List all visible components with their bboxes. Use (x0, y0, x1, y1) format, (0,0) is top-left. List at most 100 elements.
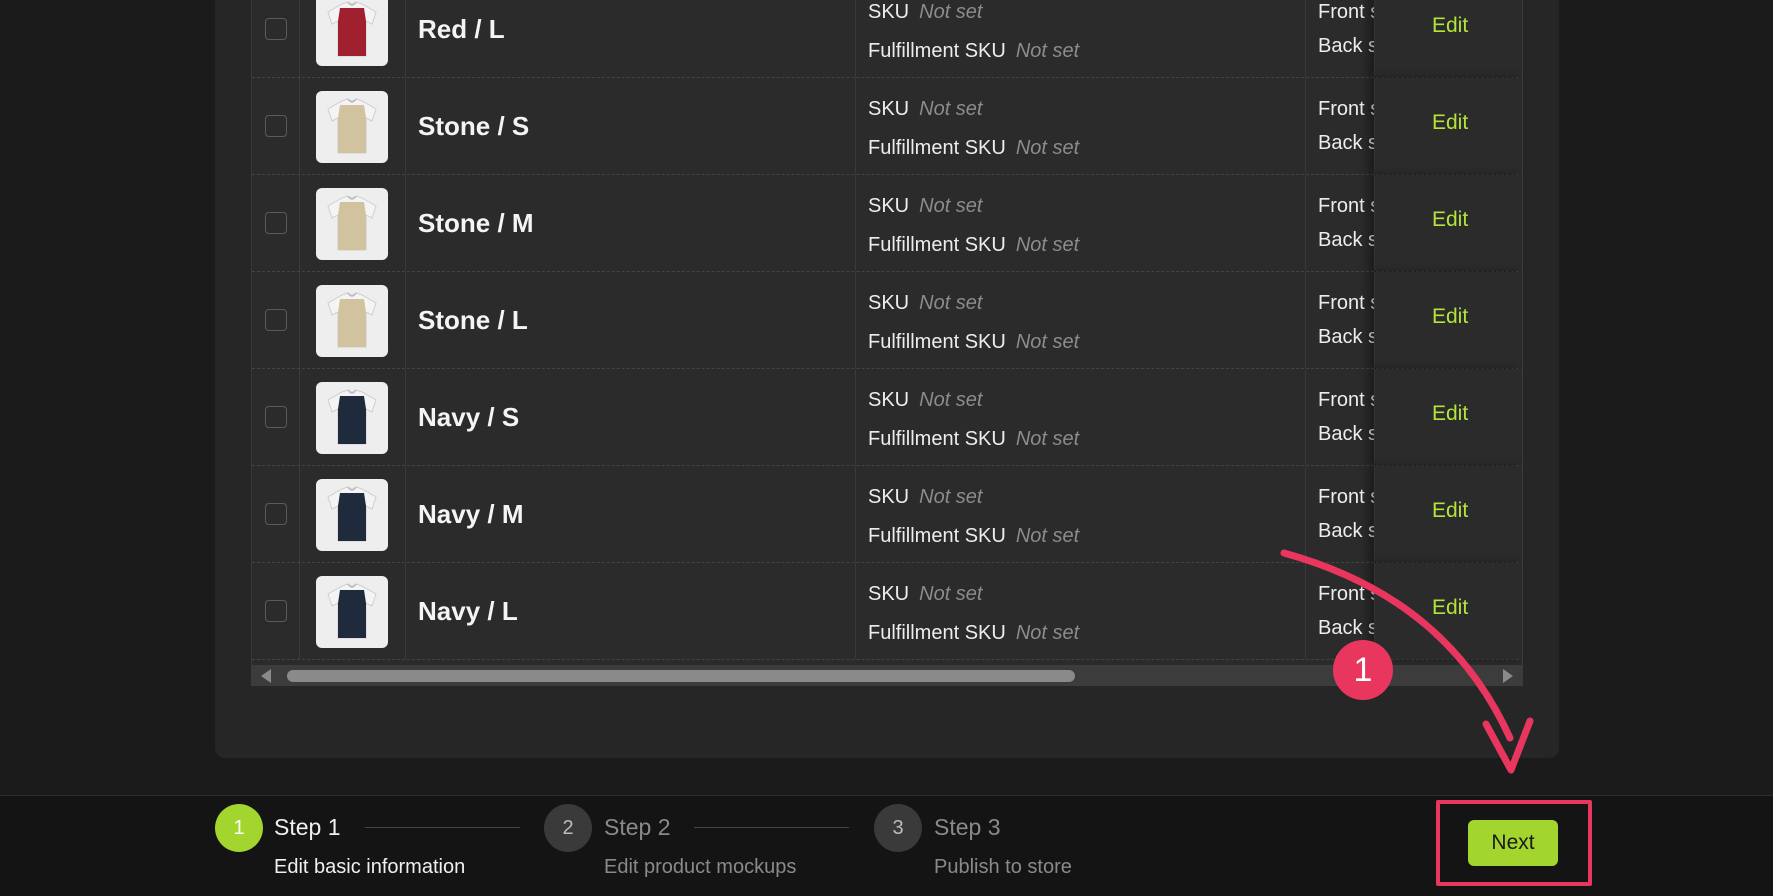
front-side-label: Front side (1318, 195, 1374, 217)
variant-name: Navy / L (418, 596, 518, 626)
variant-name-cell: Red / L (406, 0, 856, 77)
sku-cell: SKU Not set Fulfillment SKU Not set (856, 0, 1306, 77)
tshirt-icon (327, 389, 377, 445)
tshirt-icon (327, 98, 377, 154)
action-cell: Edit (1374, 272, 1522, 368)
variant-thumbnail (316, 188, 388, 260)
checkbox-cell (252, 563, 300, 659)
variant-name-cell: Navy / S (406, 369, 856, 465)
table-row: Stone / L SKU Not set Fulfillment SKU Not … (252, 272, 1522, 369)
scroll-right-arrow-icon[interactable] (1503, 669, 1513, 683)
variant-name: Stone / L (418, 305, 528, 335)
action-cell: Edit (1374, 0, 1522, 77)
scrollbar-thumb[interactable] (287, 670, 1075, 682)
front-side-label: Front side (1318, 1, 1374, 23)
fulfillment-sku-value: Not set (1015, 331, 1080, 353)
row-checkbox[interactable] (265, 18, 287, 40)
variant-thumbnail (316, 0, 388, 66)
sku-cell: SKU Not set Fulfillment SKU Not set (856, 175, 1306, 271)
checkbox-cell (252, 0, 300, 77)
table-row: Navy / L SKU Not set Fulfillment SKU Not s… (252, 563, 1522, 660)
sku-value: Not set (919, 195, 983, 217)
print-area-cell: Front side Back side (1306, 272, 1374, 368)
row-checkbox[interactable] (265, 309, 287, 331)
back-side-label: Back side (1318, 326, 1374, 348)
sku-label: SKU (868, 1, 910, 23)
fulfillment-sku-line: Fulfillment SKU Not set (868, 622, 1079, 645)
edit-link[interactable]: Edit (1432, 14, 1468, 38)
fulfillment-sku-line: Fulfillment SKU Not set (868, 40, 1079, 63)
variant-name-cell: Navy / M (406, 466, 856, 562)
fulfillment-sku-value: Not set (1015, 428, 1080, 450)
row-checkbox[interactable] (265, 212, 287, 234)
thumbnail-cell (300, 369, 406, 465)
action-cell: Edit (1374, 175, 1522, 271)
fulfillment-sku-line: Fulfillment SKU Not set (868, 137, 1079, 160)
front-side-label: Front side (1318, 389, 1374, 411)
variant-name: Navy / M (418, 499, 524, 529)
row-checkbox[interactable] (265, 503, 287, 525)
fulfillment-sku-value: Not set (1015, 525, 1080, 547)
sku-line: SKU Not set (868, 98, 982, 121)
print-area-cell: Front side Back side (1306, 175, 1374, 271)
step-connector (694, 827, 849, 828)
sku-cell: SKU Not set Fulfillment SKU Not set (856, 272, 1306, 368)
step-2-description: Edit product mockups (604, 856, 797, 878)
fulfillment-sku-value: Not set (1015, 137, 1080, 159)
thumbnail-cell (300, 272, 406, 368)
sku-value: Not set (919, 583, 983, 605)
row-checkbox[interactable] (265, 115, 287, 137)
variant-thumbnail (316, 479, 388, 551)
thumbnail-cell (300, 175, 406, 271)
variant-name-cell: Stone / S (406, 78, 856, 174)
fulfillment-sku-label: Fulfillment SKU (868, 622, 1006, 644)
variant-thumbnail (316, 91, 388, 163)
sku-line: SKU Not set (868, 583, 982, 606)
edit-link[interactable]: Edit (1432, 111, 1468, 135)
scroll-left-arrow-icon[interactable] (261, 669, 271, 683)
variant-name: Stone / S (418, 111, 530, 141)
front-side-label: Front side (1318, 486, 1374, 508)
variant-name-cell: Navy / L (406, 563, 856, 659)
back-side-label: Back side (1318, 132, 1374, 154)
sku-label: SKU (868, 583, 910, 605)
front-side-label: Front side (1318, 583, 1374, 605)
fulfillment-sku-label: Fulfillment SKU (868, 525, 1006, 547)
edit-link[interactable]: Edit (1432, 402, 1468, 426)
fulfillment-sku-value: Not set (1015, 40, 1080, 62)
step-3-description: Publish to store (934, 856, 1072, 878)
row-checkbox[interactable] (265, 406, 287, 428)
variant-name: Red / L (418, 14, 505, 44)
table-row: Stone / M SKU Not set Fulfillment SKU Not … (252, 175, 1522, 272)
variant-name-cell: Stone / M (406, 175, 856, 271)
checkbox-cell (252, 272, 300, 368)
front-side-label: Front side (1318, 98, 1374, 120)
sku-label: SKU (868, 292, 910, 314)
fulfillment-sku-label: Fulfillment SKU (868, 234, 1006, 256)
fulfillment-sku-line: Fulfillment SKU Not set (868, 331, 1079, 354)
step-connector (365, 827, 520, 828)
checkbox-cell (252, 78, 300, 174)
print-area-cell: Front side Back side (1306, 466, 1374, 562)
fulfillment-sku-label: Fulfillment SKU (868, 428, 1006, 450)
edit-link[interactable]: Edit (1432, 305, 1468, 329)
step-1-circle: 1 (215, 804, 263, 852)
step-1-description: Edit basic information (274, 856, 466, 878)
back-side-label: Back side (1318, 423, 1374, 445)
step-3-title: Step 3 (934, 814, 1001, 840)
next-button-highlight-box (1436, 800, 1592, 886)
print-area-cell: Front side Back side (1306, 369, 1374, 465)
variants-table: Red / L SKU Not set Fulfillment SKU Not se… (251, 0, 1523, 686)
fulfillment-sku-value: Not set (1015, 234, 1080, 256)
edit-link[interactable]: Edit (1432, 499, 1468, 523)
sku-cell: SKU Not set Fulfillment SKU Not set (856, 563, 1306, 659)
row-checkbox[interactable] (265, 600, 287, 622)
edit-link[interactable]: Edit (1432, 596, 1468, 620)
thumbnail-cell (300, 0, 406, 77)
sku-cell: SKU Not set Fulfillment SKU Not set (856, 369, 1306, 465)
table-row: Red / L SKU Not set Fulfillment SKU Not se… (252, 0, 1522, 78)
thumbnail-cell (300, 78, 406, 174)
edit-link[interactable]: Edit (1432, 208, 1468, 232)
sku-label: SKU (868, 98, 910, 120)
sku-label: SKU (868, 389, 910, 411)
